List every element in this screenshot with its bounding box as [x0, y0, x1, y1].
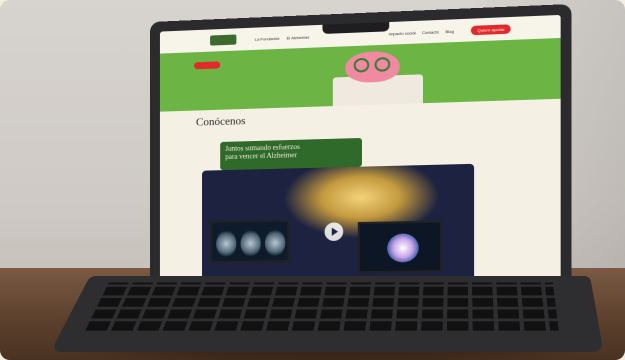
- glasses-icon: [354, 57, 396, 73]
- brain-scan-image: [265, 230, 285, 257]
- keyboard-rows: [85, 283, 559, 331]
- brain-3d-render: [387, 233, 419, 262]
- glasses-lens-left: [354, 58, 370, 73]
- nav-links-left: La Fundación El Alzheimer: [255, 34, 310, 41]
- laptop-keyboard-deck: [50, 276, 603, 352]
- brain-scan-image: [216, 230, 236, 257]
- laptop-photo: La Fundación El Alzheimer Impacto social…: [0, 0, 625, 360]
- video-thumbnail[interactable]: [202, 164, 474, 294]
- brain-scan-image: [240, 230, 260, 257]
- section-title: Conócenos: [196, 115, 245, 129]
- nav-link-blog[interactable]: Blog: [445, 28, 454, 34]
- nav-link-impacto[interactable]: Impacto social: [389, 30, 416, 36]
- glasses-lens-right: [375, 57, 391, 72]
- brain-scan-monitor: [210, 219, 289, 263]
- laptop-lid: La Fundación El Alzheimer Impacto social…: [150, 4, 572, 304]
- laptop-screen: La Fundación El Alzheimer Impacto social…: [160, 15, 561, 294]
- hero-cta-button[interactable]: [194, 61, 220, 69]
- 3d-brain-monitor: [358, 220, 442, 273]
- nav-link-fundacion[interactable]: La Fundación: [255, 35, 280, 41]
- donate-button[interactable]: Quiero ayudar: [471, 24, 511, 35]
- nav-links-right: Impacto social Contacto Blog: [389, 28, 454, 36]
- nav-link-alzheimer[interactable]: El Alzheimer: [287, 34, 310, 40]
- site-logo[interactable]: [210, 34, 236, 45]
- mission-banner: Juntos sumando esfuerzos para vencer el …: [220, 138, 362, 170]
- nav-link-contacto[interactable]: Contacto: [422, 29, 439, 35]
- play-triangle-icon: [332, 228, 338, 236]
